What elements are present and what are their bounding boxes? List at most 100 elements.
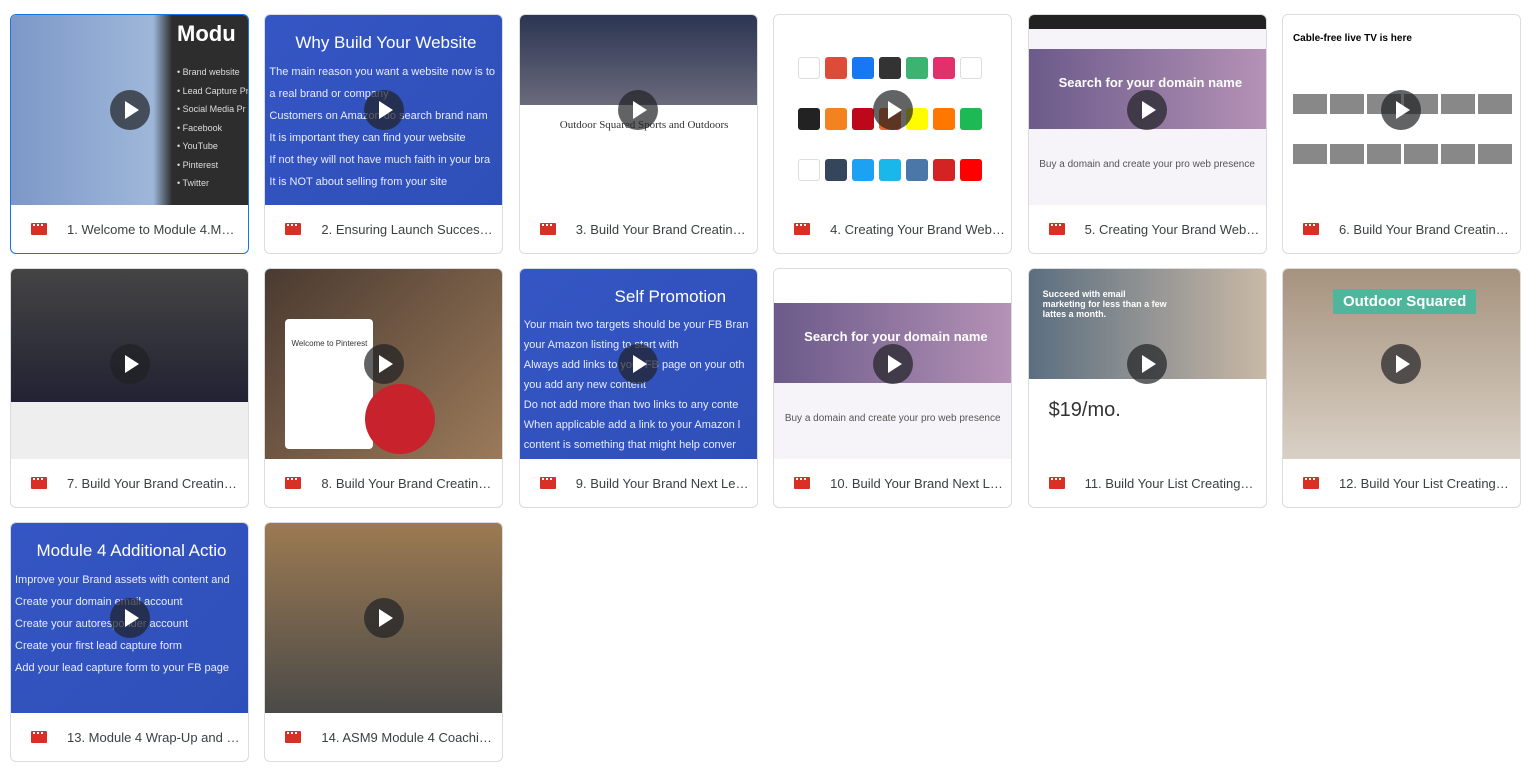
thumb-title: Modu <box>177 21 236 46</box>
video-thumbnail: Self Promotion Your main two targets sho… <box>519 269 757 459</box>
video-thumbnail: Modu • Brand website • Lead Capture Pr • S… <box>11 15 248 205</box>
video-card[interactable]: Outdoor Squared Sports and Outdoors 3. B… <box>518 14 758 254</box>
thumb-title: Outdoor Squared Sports and Outdoors <box>559 119 729 131</box>
video-thumbnail: Succeed with email marketing for less th… <box>1028 269 1266 459</box>
thumb-line: The main reason you want a website now i… <box>269 66 496 78</box>
play-icon[interactable] <box>1127 90 1168 130</box>
thumb-line: If not they will not have much faith in … <box>269 154 491 166</box>
video-card[interactable]: 14. ASM9 Module 4 Coachi… <box>264 522 504 762</box>
video-file-icon <box>1302 477 1319 489</box>
video-thumbnail: Cable-free live TV is here <box>1282 15 1520 205</box>
video-file-icon <box>31 477 47 489</box>
file-name: 8. Build Your Brand Creatin… <box>321 475 492 491</box>
file-grid: Modu • Brand website • Lead Capture Pr • S… <box>10 14 1521 762</box>
video-thumbnail: Search for your domain name Buy a domain… <box>1028 15 1266 205</box>
video-card[interactable]: Self Promotion Your main two targets sho… <box>518 268 758 508</box>
thumb-line: • Social Media Pr <box>177 104 246 114</box>
thumb-line: It is NOT about selling from your site <box>269 176 448 188</box>
video-file-icon <box>285 223 302 235</box>
thumb-subtitle: Buy a domain and create your pro web pre… <box>1039 159 1255 170</box>
play-icon[interactable] <box>1381 344 1422 384</box>
video-card[interactable]: Modu • Brand website • Lead Capture Pr • S… <box>10 14 249 254</box>
video-file-icon <box>794 223 811 235</box>
video-file-icon <box>31 731 47 743</box>
thumb-subtitle: Buy a domain and create your pro web pre… <box>784 413 1001 424</box>
video-card[interactable]: Search for your domain name Buy a domain… <box>1027 14 1267 254</box>
play-icon[interactable] <box>872 90 913 130</box>
video-card[interactable]: Succeed with email marketing for less th… <box>1027 268 1267 508</box>
file-name: 14. ASM9 Module 4 Coachi… <box>321 729 492 745</box>
thumb-line: When applicable add a link to your Amazo… <box>523 419 741 431</box>
video-thumbnail: Why Build Your Website The main reason y… <box>265 15 503 205</box>
play-icon[interactable] <box>1127 344 1168 384</box>
video-file-icon <box>31 223 47 235</box>
thumb-line: • Pinterest <box>177 159 219 170</box>
video-thumbnail: Module 4 Additional Actio Improve your B… <box>11 523 248 713</box>
play-icon[interactable] <box>872 344 913 384</box>
video-card[interactable]: Search for your domain name Buy a domain… <box>773 268 1013 508</box>
thumb-title: Succeed with email marketing for less th… <box>1042 289 1167 319</box>
video-file-icon <box>539 477 556 489</box>
play-icon[interactable] <box>109 598 150 638</box>
video-thumbnail <box>774 15 1012 205</box>
file-name: 12. Build Your List Creating… <box>1338 475 1509 491</box>
video-card[interactable]: Cable-free live TV is here 6. Build Your… <box>1281 14 1521 254</box>
thumb-line: • YouTube <box>177 141 218 151</box>
file-name: 11. Build Your List Creating… <box>1084 475 1254 491</box>
video-thumbnail <box>11 269 248 459</box>
file-name: 10. Build Your Brand Next L… <box>830 475 1003 491</box>
video-thumbnail: Outdoor Squared Sports and Outdoors <box>519 15 757 205</box>
play-icon[interactable] <box>363 598 404 638</box>
video-file-icon <box>1048 223 1065 235</box>
thumb-lines: • Brand website • Lead Capture Pr • Social… <box>177 63 248 193</box>
thumb-title: Module 4 Additional Actio <box>36 541 227 560</box>
video-file-icon <box>285 731 302 743</box>
play-icon[interactable] <box>618 344 659 384</box>
file-name: 6. Build Your Brand Creatin… <box>1338 221 1509 237</box>
play-icon[interactable] <box>109 344 150 384</box>
video-card[interactable]: Why Build Your Website The main reason y… <box>264 14 504 254</box>
file-name: 1. Welcome to Module 4.M… <box>67 221 235 237</box>
file-name: 5. Creating Your Brand Web… <box>1084 221 1260 237</box>
file-name: 4. Creating Your Brand Web… <box>830 221 1005 237</box>
video-file-icon <box>539 223 556 235</box>
play-icon[interactable] <box>363 344 404 384</box>
thumb-line: content is something that might help con… <box>523 439 736 451</box>
file-name: 9. Build Your Brand Next Le… <box>575 475 749 491</box>
thumb-line: • Facebook <box>177 122 223 133</box>
thumb-title: Cable-free live TV is here <box>1292 33 1412 44</box>
video-card[interactable]: Module 4 Additional Actio Improve your B… <box>10 522 249 762</box>
thumb-line: It is important they can find your websi… <box>269 132 466 144</box>
thumb-line: • Lead Capture Pr <box>177 85 248 96</box>
video-thumbnail: Outdoor Squared <box>1282 269 1520 459</box>
video-thumbnail: Welcome to Pinterest <box>265 269 503 459</box>
thumb-price: $19/mo. <box>1048 399 1121 421</box>
video-card[interactable]: 7. Build Your Brand Creatin… <box>10 268 249 508</box>
video-file-icon <box>1048 477 1065 489</box>
thumb-line: • Twitter <box>177 178 209 188</box>
thumb-line: Your main two targets should be your FB … <box>523 319 749 331</box>
video-file-icon <box>794 477 811 489</box>
thumb-line: Do not add more than two links to any co… <box>523 399 739 411</box>
thumb-line: Add your lead capture form to your FB pa… <box>15 662 230 674</box>
thumb-title: Self Promotion <box>614 287 727 306</box>
video-card[interactable]: 4. Creating Your Brand Web… <box>773 14 1013 254</box>
video-card[interactable]: Welcome to Pinterest 8. Build Your Brand… <box>264 268 504 508</box>
file-name: 13. Module 4 Wrap-Up and … <box>67 729 240 745</box>
thumb-line: Improve your Brand assets with content a… <box>15 574 230 586</box>
thumb-title: Why Build Your Website <box>295 33 477 52</box>
video-file-icon <box>1302 223 1319 235</box>
play-icon[interactable] <box>363 90 404 130</box>
video-thumbnail <box>265 523 503 713</box>
video-card[interactable]: Outdoor Squared 12. Build Your List Crea… <box>1281 268 1521 508</box>
file-name: 2. Ensuring Launch Succes… <box>321 221 493 237</box>
play-icon[interactable] <box>109 90 150 130</box>
thumb-title: Welcome to Pinterest <box>285 319 374 449</box>
thumb-line: Create your first lead capture form <box>15 640 182 652</box>
thumb-line: • Brand website <box>177 67 240 77</box>
video-thumbnail: Search for your domain name Buy a domain… <box>774 269 1012 459</box>
file-name: 7. Build Your Brand Creatin… <box>67 475 237 491</box>
thumb-title: Outdoor Squared <box>1332 289 1477 314</box>
play-icon[interactable] <box>1381 90 1422 130</box>
play-icon[interactable] <box>618 90 659 130</box>
